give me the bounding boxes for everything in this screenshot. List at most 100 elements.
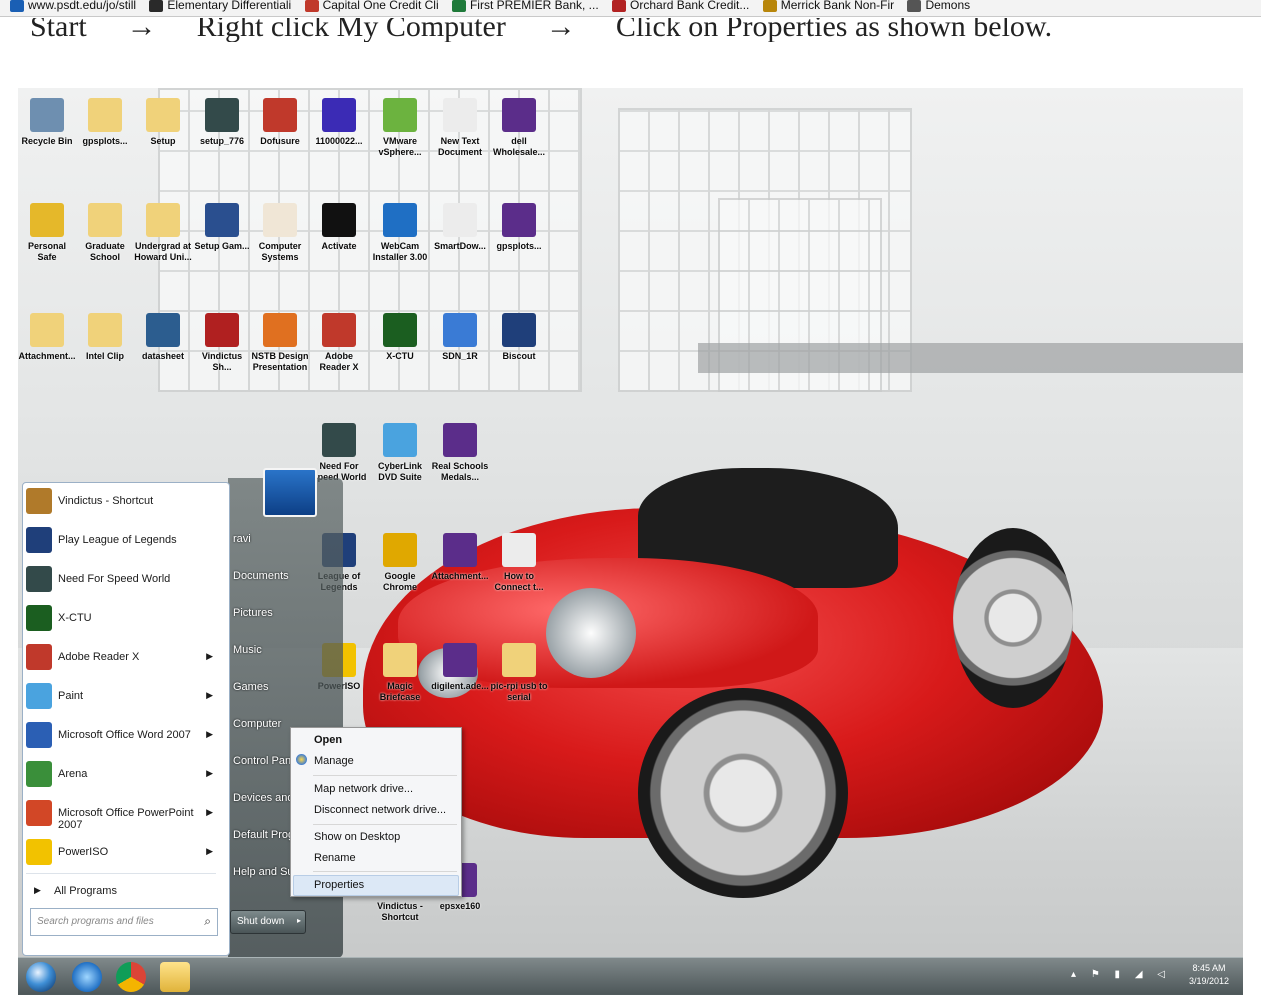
start-menu-item[interactable]: Play League of Legends [24,525,219,555]
start-orb-icon[interactable] [26,962,56,992]
start-menu-item[interactable]: Microsoft Office PowerPoint 2007 ▶ [24,798,219,831]
start-menu-item-label: Microsoft Office PowerPoint 2007 [58,807,194,831]
start-menu-place[interactable]: ravi [233,533,251,545]
program-icon [26,800,52,826]
desktop-icon[interactable]: New Text Document [431,98,489,158]
context-open[interactable]: Open [314,734,342,746]
start-menu-item[interactable]: Microsoft Office Word 2007 ▶ [24,720,219,750]
app-icon [383,98,417,132]
desktop-icon[interactable]: gpsplots... [76,98,134,147]
bookmark-item[interactable]: Capital One Credit Cli [304,0,439,12]
start-menu-item[interactable]: Arena ▶ [24,759,219,789]
desktop-icon[interactable]: setup_776 [193,98,251,147]
internet-explorer-icon[interactable] [72,962,102,992]
system-clock[interactable]: 8:45 AM 3/19/2012 [1189,962,1229,988]
desktop-icon[interactable]: 11000022... [310,98,368,147]
desktop-icon[interactable]: Vindictus Sh... [193,313,251,373]
submenu-arrow-icon: ▶ [206,729,213,739]
start-menu-item[interactable]: Paint ▶ [24,681,219,711]
desktop-icon[interactable]: Computer Systems [251,203,309,263]
start-menu-place[interactable]: Documents [233,570,289,582]
desktop-icon[interactable]: datasheet [134,313,192,362]
desktop-icon[interactable]: Recycle Bin [18,98,76,147]
start-search-input[interactable]: Search programs and files ⌕ [30,908,218,936]
context-disconnect-network-drive[interactable]: Disconnect network drive... [314,804,446,816]
all-programs-button[interactable]: ▶ All Programs [24,876,219,906]
desktop-icon-label: X-CTU [386,351,414,361]
chrome-icon[interactable] [116,962,146,992]
desktop-icon[interactable]: Attachment... [431,533,489,582]
start-menu-place[interactable]: Games [233,681,268,693]
desktop-icon[interactable]: Adobe Reader X [310,313,368,373]
desktop-icon[interactable]: pic-rpi usb to serial [490,643,548,703]
system-tray-icons[interactable]: ▴ ⚑ ▮ ◢ ◁ [1071,969,1171,980]
app-icon [88,203,122,237]
desktop-icon[interactable]: Personal Safe [18,203,76,263]
shutdown-button[interactable]: Shut down ▸ [230,910,306,934]
desktop-icon[interactable]: gpsplots... [490,203,548,252]
user-avatar[interactable] [263,468,317,517]
shutdown-options-icon[interactable]: ▸ [297,916,301,925]
bookmark-item[interactable]: Elementary Differentiali [149,0,291,12]
desktop-icon-label: Intel Clip [86,351,124,361]
desktop-icon[interactable]: Magic Briefcase [371,643,429,703]
start-menu-item[interactable]: X-CTU [24,603,219,633]
start-menu-item[interactable]: Adobe Reader X ▶ [24,642,219,672]
desktop-icon[interactable]: dell Wholesale... [490,98,548,158]
desktop-icon-label: gpsplots... [82,136,128,146]
start-menu-item-label: PowerISO [58,846,109,858]
desktop-icon-label: New Text Document [437,136,482,157]
desktop-icon[interactable]: X-CTU [371,313,429,362]
app-icon [502,533,536,567]
start-menu-place[interactable]: Pictures [233,607,273,619]
bookmark-item[interactable]: Demons [907,0,970,12]
bookmark-icon [762,0,777,12]
desktop-icon[interactable]: Graduate School [76,203,134,263]
desktop-icon[interactable]: Setup Gam... [193,203,251,252]
context-map-network-drive[interactable]: Map network drive... [314,783,413,795]
start-menu-item-label: Play League of Legends [58,534,177,546]
desktop-icon[interactable]: SDN_1R [431,313,489,362]
start-menu-item[interactable]: Need For Speed World [24,564,219,594]
app-icon [383,203,417,237]
bookmark-item[interactable]: First PREMIER Bank, ... [451,0,599,12]
desktop-icon[interactable]: Real Schools Medals... [431,423,489,483]
desktop-icon[interactable]: Google Chrome [371,533,429,593]
desktop-icon[interactable]: Setup [134,98,192,147]
desktop-icon[interactable]: Biscout [490,313,548,362]
context-show-on-desktop[interactable]: Show on Desktop [314,831,400,843]
context-manage[interactable]: Manage [314,755,354,767]
desktop-icon[interactable]: Attachment... [18,313,76,362]
app-icon [502,313,536,347]
start-menu-item[interactable]: Vindictus - Shortcut [24,486,219,516]
desktop-icon[interactable]: Activate [310,203,368,252]
context-rename[interactable]: Rename [314,852,356,864]
desktop-icon[interactable]: Undergrad at Howard Uni... [134,203,192,263]
bookmark-icon [10,0,24,12]
desktop-icon[interactable]: How to Connect t... [490,533,548,593]
desktop-icon[interactable]: WebCam Installer 3.00 [371,203,429,263]
desktop-icon[interactable]: Need For Speed World [310,423,368,483]
desktop-icon-label: Magic Briefcase [379,681,421,702]
desktop-icon[interactable]: SmartDow... [431,203,489,252]
start-menu-place[interactable]: Computer [233,718,281,730]
desktop-icon[interactable]: VMware vSphere... [371,98,429,158]
bookmark-item[interactable]: Orchard Bank Credit... [612,0,749,12]
desktop-icon[interactable]: CyberLink DVD Suite [371,423,429,483]
desktop-icon-label: WebCam Installer 3.00 [372,241,428,262]
bookmark-item[interactable]: Merrick Bank Non-Fir [762,0,894,12]
desktop-icon-label: pic-rpi usb to serial [490,681,548,702]
desktop[interactable]: Recycle Bin gpsplots... Setup setup_776 Dofu… [18,88,1243,994]
app-icon [263,313,297,347]
desktop-icon[interactable]: Intel Clip [76,313,134,362]
desktop-icon-label: Attachment... [18,351,76,361]
desktop-icon[interactable]: digilent.ade... [431,643,489,692]
context-properties[interactable]: Properties [314,879,364,891]
desktop-icon[interactable]: Dofusure [251,98,309,147]
start-menu-place[interactable]: Music [233,644,262,656]
start-menu-item[interactable]: PowerISO ▶ [24,837,219,867]
bookmark-item[interactable]: www.psdt.edu/jo/still [10,0,136,12]
explorer-folder-icon[interactable] [160,962,190,992]
desktop-icon[interactable]: NSTB Design Presentation [251,313,309,373]
start-menu-item-label: Microsoft Office Word 2007 [58,729,191,741]
